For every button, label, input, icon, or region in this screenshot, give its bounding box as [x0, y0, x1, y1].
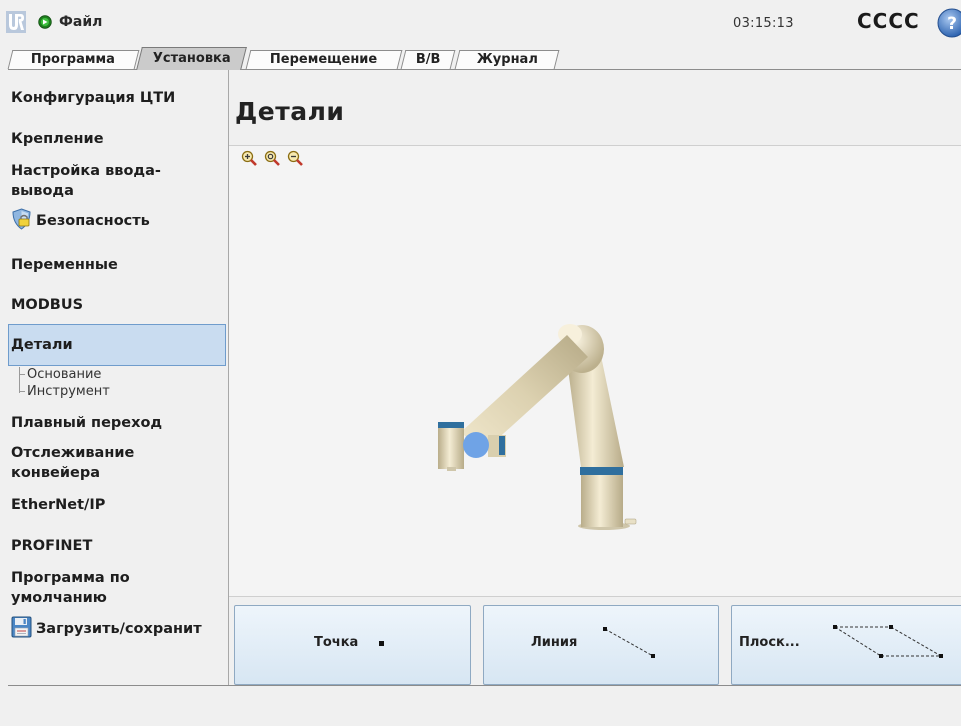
sidebar-item-smooth-transition[interactable]: Плавный переход: [11, 413, 162, 433]
save-icon: [11, 616, 32, 638]
sidebar-item-modbus[interactable]: MODBUS: [11, 295, 83, 315]
status-green-icon[interactable]: [38, 15, 52, 29]
sidebar-item-default-program-line2: умолчанию: [11, 590, 107, 606]
robot-joint-band: [580, 467, 623, 475]
tcp-marker[interactable]: [463, 432, 489, 458]
robot-base: [581, 473, 623, 527]
tab-move[interactable]: Перемещение: [245, 50, 403, 69]
sidebar-item-mounting[interactable]: Крепление: [11, 129, 104, 149]
line-icon: [603, 627, 655, 658]
tab-program[interactable]: Программа: [7, 50, 140, 69]
page-title: Детали: [235, 97, 345, 126]
sidebar-item-io-setup[interactable]: Настройка ввода- вывода: [11, 161, 161, 201]
zoom-reset-icon[interactable]: [264, 150, 280, 166]
sidebar: Конфигурация ЦТИ Крепление Настройка вво…: [8, 70, 229, 685]
clock: 03:15:13: [733, 16, 794, 31]
tab-log[interactable]: Журнал: [454, 50, 560, 69]
file-menu[interactable]: Файл: [59, 14, 102, 30]
sidebar-item-features[interactable]: Детали: [8, 324, 226, 366]
robot-3d-view[interactable]: [229, 145, 961, 597]
point-icon: [379, 641, 384, 646]
tree-branch: [19, 374, 25, 375]
robot-wrist: [438, 425, 464, 469]
sidebar-item-profinet[interactable]: PROFINET: [11, 536, 92, 556]
tab-program-label: Программа: [31, 52, 116, 67]
tree-branch: [19, 391, 25, 392]
sidebar-item-io-setup-line1: Настройка ввода-: [11, 163, 161, 179]
sidebar-item-conveyor-line1: Отслеживание: [11, 445, 135, 461]
add-line-label: Линия: [531, 635, 578, 650]
sidebar-item-default-program[interactable]: Программа по умолчанию: [11, 568, 130, 608]
sidebar-item-default-program-line1: Программа по: [11, 570, 130, 586]
shield-icon: [12, 208, 31, 230]
tab-io[interactable]: В/В: [400, 50, 456, 69]
help-glyph: ?: [947, 14, 957, 34]
sidebar-item-variables[interactable]: Переменные: [11, 255, 118, 275]
sidebar-subitem-tool[interactable]: Инструмент: [27, 384, 110, 399]
sidebar-item-io-setup-line2: вывода: [11, 183, 74, 199]
ur-logo-icon: [6, 11, 26, 33]
sidebar-item-load-save-label: Загрузить/сохранит: [36, 621, 202, 637]
tab-io-label: В/В: [415, 52, 441, 67]
add-line-button[interactable]: Линия: [483, 605, 719, 685]
tab-installation[interactable]: Установка: [136, 47, 247, 70]
add-point-button[interactable]: Точка: [234, 605, 471, 685]
tree-connector: [19, 367, 20, 393]
zoom-in-icon[interactable]: [241, 150, 257, 166]
plane-icon: [833, 625, 943, 658]
tab-log-label: Журнал: [476, 52, 538, 67]
add-plane-button[interactable]: Плоск...: [731, 605, 961, 685]
sidebar-subitem-base[interactable]: Основание: [27, 367, 101, 382]
sidebar-item-load-save[interactable]: Загрузить/сохранит: [11, 616, 202, 639]
top-bar: Файл 03:15:13 CCCC ?: [0, 0, 961, 46]
sidebar-item-conveyor-line2: конвейера: [11, 465, 100, 481]
bottom-bar: [0, 686, 961, 726]
tab-installation-label: Установка: [152, 51, 231, 66]
help-icon[interactable]: ?: [937, 8, 961, 38]
robot-name: CCCC: [857, 9, 920, 33]
robot-arm-model: [438, 324, 637, 530]
sidebar-item-safety[interactable]: Безопасность: [11, 208, 150, 231]
sidebar-item-safety-label: Безопасность: [36, 213, 150, 229]
tab-move-label: Перемещение: [270, 52, 378, 67]
sidebar-item-tcp-config[interactable]: Конфигурация ЦТИ: [11, 88, 175, 108]
add-plane-label: Плоск...: [739, 635, 800, 650]
sidebar-item-ethernet-ip[interactable]: EtherNet/IP: [11, 495, 105, 515]
add-point-label: Точка: [314, 635, 359, 650]
zoom-out-icon[interactable]: [287, 150, 303, 166]
sidebar-item-conveyor-tracking[interactable]: Отслеживание конвейера: [11, 443, 134, 483]
